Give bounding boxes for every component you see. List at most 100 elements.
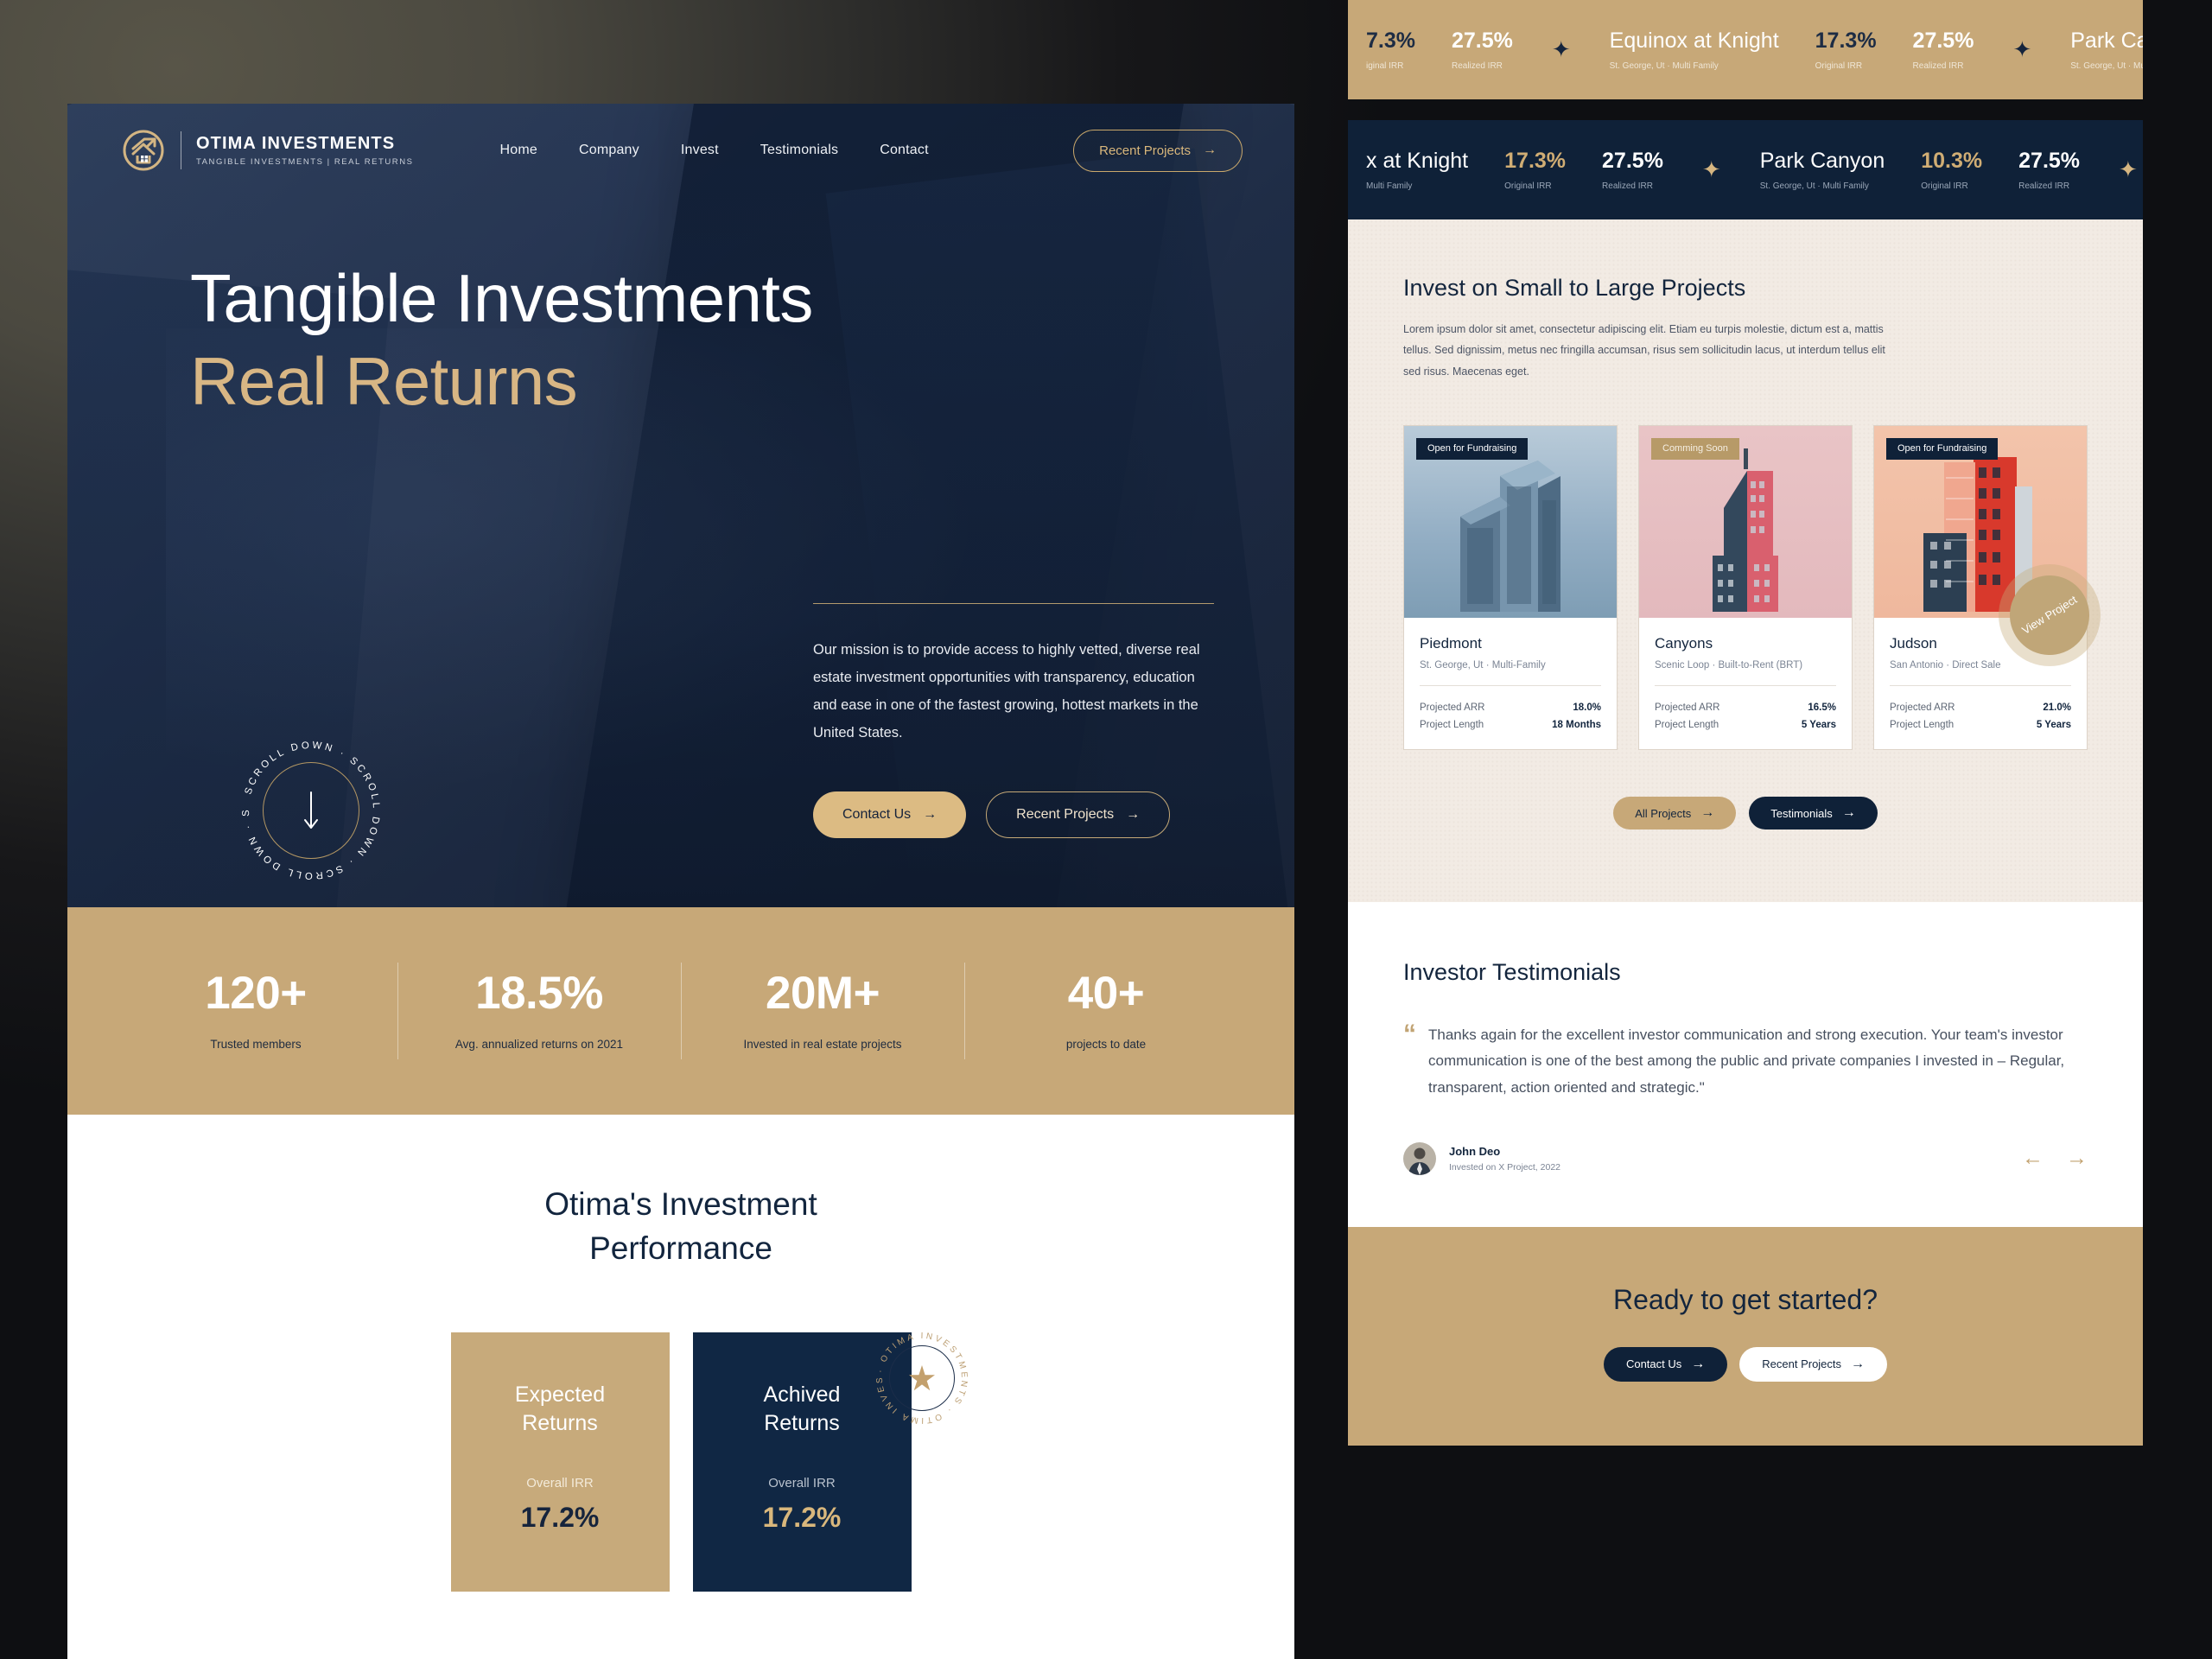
ticker-project: Equinox at Knight St. George, Ut · Multi… — [1592, 29, 1797, 71]
project-status-badge: Open for Fundraising — [1416, 438, 1529, 461]
project-stat-row: Project Length 5 Years — [1655, 716, 1836, 734]
sparkle-icon: ✦ — [1551, 36, 1571, 62]
perf-card-title: Expected Returns — [475, 1381, 645, 1439]
arrow-left-icon[interactable]: ← — [2022, 1147, 2044, 1169]
main-navbar: OTIMA INVESTMENTS TANGIBLE INVESTMENTS |… — [67, 104, 1294, 173]
project-image: Open for Fundraising — [1404, 426, 1617, 619]
nav-item-testimonials[interactable]: Testimonials — [760, 143, 838, 158]
all-projects-label: All Projects — [1635, 806, 1692, 820]
house-arrow-circle-icon — [123, 130, 164, 171]
project-card-piedmont[interactable]: Open for Fundraising Piedmont St. George… — [1403, 425, 1618, 751]
projects-heading: Invest on Small to Large Projects — [1403, 275, 1746, 301]
ticker-original-irr: 7.3% — [1366, 29, 1415, 54]
cta-recent-projects-button[interactable]: Recent Projects → — [1739, 1346, 1888, 1382]
hero-recent-label: Recent Projects — [1016, 807, 1115, 823]
project-card-canyons[interactable]: Comming Soon Canyons Scenic Loop · Built… — [1638, 425, 1853, 751]
project-divider — [1420, 685, 1601, 687]
testimonials-heading: Investor Testimonials — [1403, 959, 1621, 986]
ticker-project: x at Knight Multi Family — [1348, 149, 1486, 191]
project-image: Comming Soon — [1639, 426, 1852, 619]
project-stat-key: Project Length — [1655, 720, 1719, 731]
hero-mission-text: Our mission is to provide access to high… — [813, 642, 1200, 741]
projects-buttons: All Projects → Testimonials → — [1403, 797, 2088, 902]
cta-contact-us-button[interactable]: Contact Us → — [1603, 1346, 1728, 1382]
ticker-realized-label: Realized IRR — [2018, 181, 2070, 191]
testimonials-section: Investor Testimonials “ Thanks again for… — [1348, 902, 2143, 1227]
project-card-judson[interactable]: Open for Fundraising Judson San Antonio … — [1873, 425, 2105, 751]
ticker-metric: 7.3% iginal IRR — [1348, 29, 1433, 71]
hero-contact-label: Contact Us — [842, 807, 912, 823]
all-projects-button[interactable]: All Projects → — [1613, 797, 1737, 830]
nav-item-invest[interactable]: Invest — [681, 143, 719, 158]
testimonial-author-meta: Invested on X Project, 2022 — [1449, 1161, 1560, 1173]
scroll-down-badge[interactable]: SCROLL DOWN · SCROLL DOWN · SCROLL DOWN … — [237, 736, 385, 885]
project-status-badge: Open for Fundraising — [1886, 438, 1999, 461]
stat-label: Trusted members — [210, 1038, 302, 1052]
testimonial-author-name: John Deo — [1449, 1144, 1501, 1158]
nav-item-company[interactable]: Company — [579, 143, 639, 158]
hero-title-line2: Real Returns — [190, 342, 578, 419]
arrow-right-icon: → — [1841, 805, 1856, 821]
arrow-right-icon: → — [1691, 1356, 1706, 1371]
ticker-realized-label: Realized IRR — [1602, 181, 1653, 191]
ticker-realized-irr: 27.5% — [1912, 29, 1974, 54]
project-subtitle: St. George, Ut · Multi-Family — [1420, 660, 1546, 671]
cta-buttons: Contact Us → Recent Projects → — [1348, 1346, 2143, 1382]
perf-title-line2: Returns — [522, 1411, 598, 1436]
stat-label: projects to date — [1065, 1038, 1147, 1052]
sparkle-icon: ✦ — [2119, 156, 2138, 182]
nav-item-contact[interactable]: Contact — [880, 143, 929, 158]
project-status-badge: Comming Soon — [1651, 438, 1739, 461]
ticker-metric: 27.5% Realized IRR — [1584, 149, 1681, 191]
project-stat-value: 5 Years — [1801, 720, 1836, 731]
ticker-realized-label: Realized IRR — [1451, 60, 1503, 71]
stats-band: 120+ Trusted members 18.5% Avg. annualiz… — [67, 907, 1294, 1115]
project-stat-row: Projected ARR 16.5% — [1655, 699, 1836, 716]
hero-recent-projects-button[interactable]: Recent Projects → — [986, 791, 1171, 839]
hero-section: OTIMA INVESTMENTS TANGIBLE INVESTMENTS |… — [67, 104, 1294, 907]
testimonials-button[interactable]: Testimonials → — [1749, 797, 1878, 830]
ticker-original-irr: 17.3% — [1504, 149, 1567, 174]
hero-contact-us-button[interactable]: Contact Us → — [813, 791, 967, 839]
ticker-project: Park Canyo St. George, Ut · Multi Family — [2052, 29, 2143, 71]
arrow-right-icon[interactable]: → — [2066, 1147, 2088, 1169]
ticker-metric: 27.5% Realized IRR — [2000, 149, 2098, 191]
ticker-project-name: x at Knight — [1366, 149, 1469, 174]
brand-name: OTIMA INVESTMENTS — [196, 134, 396, 153]
ticker-realized-irr: 27.5% — [2018, 149, 2081, 174]
cta-section: Ready to get started? Contact Us → Recen… — [1348, 1226, 2143, 1446]
stat-value: 40+ — [1067, 968, 1145, 1020]
performance-cards: Expected Returns Overall IRR 17.2% Achiv… — [67, 1332, 1294, 1592]
project-card-body: Piedmont St. George, Ut · Multi-Family P… — [1404, 618, 1617, 749]
stat-item: 20M+ Invested in real estate projects — [681, 967, 964, 1055]
project-stat-key: Project Length — [1890, 720, 1955, 731]
ticker-realized-label: Realized IRR — [1912, 60, 1964, 71]
ticker-project-location: Multi Family — [1366, 181, 1413, 191]
stat-item: 18.5% Avg. annualized returns on 2021 — [397, 967, 681, 1055]
ticker-metric: 17.3% Original IRR — [1797, 29, 1895, 71]
nav-item-home[interactable]: Home — [500, 143, 537, 158]
sparkle-icon: ✦ — [1701, 156, 1721, 182]
project-stat-key: Projected ARR — [1890, 702, 1955, 714]
nav-links: Home Company Invest Testimonials Contact — [500, 143, 929, 158]
cta-contact-label: Contact Us — [1625, 1357, 1682, 1371]
stat-value: 120+ — [205, 968, 307, 1020]
hero-title: Tangible Investments Real Returns — [190, 263, 1294, 419]
project-cards: Open for Fundraising Piedmont St. George… — [1403, 425, 2105, 751]
nav-recent-projects-button[interactable]: Recent Projects → — [1073, 129, 1243, 172]
testimonial-text: Thanks again for the excellent investor … — [1428, 1027, 2065, 1096]
brand-logo[interactable]: OTIMA INVESTMENTS TANGIBLE INVESTMENTS |… — [121, 128, 414, 173]
ticker-original-label: Original IRR — [1921, 181, 1968, 191]
arrow-right-icon: → — [1126, 807, 1141, 823]
ticker-original-irr: 10.3% — [1921, 149, 1983, 174]
projects-paragraph: Lorem ipsum dolor sit amet, consectetur … — [1403, 323, 1885, 378]
ticker-project-name: Equinox at Knight — [1609, 29, 1779, 54]
scroll-down-ring — [263, 762, 359, 859]
view-project-button[interactable]: View Project — [1994, 560, 2105, 671]
project-divider — [1890, 685, 2071, 687]
ticker-project-name: Park Canyo — [2070, 29, 2143, 54]
performance-heading-line1: Otima's Investment — [544, 1186, 817, 1222]
perf-metric-value: 17.2% — [520, 1501, 600, 1533]
ticker-original-irr: 17.3% — [1815, 29, 1877, 54]
project-stat-row: Project Length 5 Years — [1890, 716, 2071, 734]
